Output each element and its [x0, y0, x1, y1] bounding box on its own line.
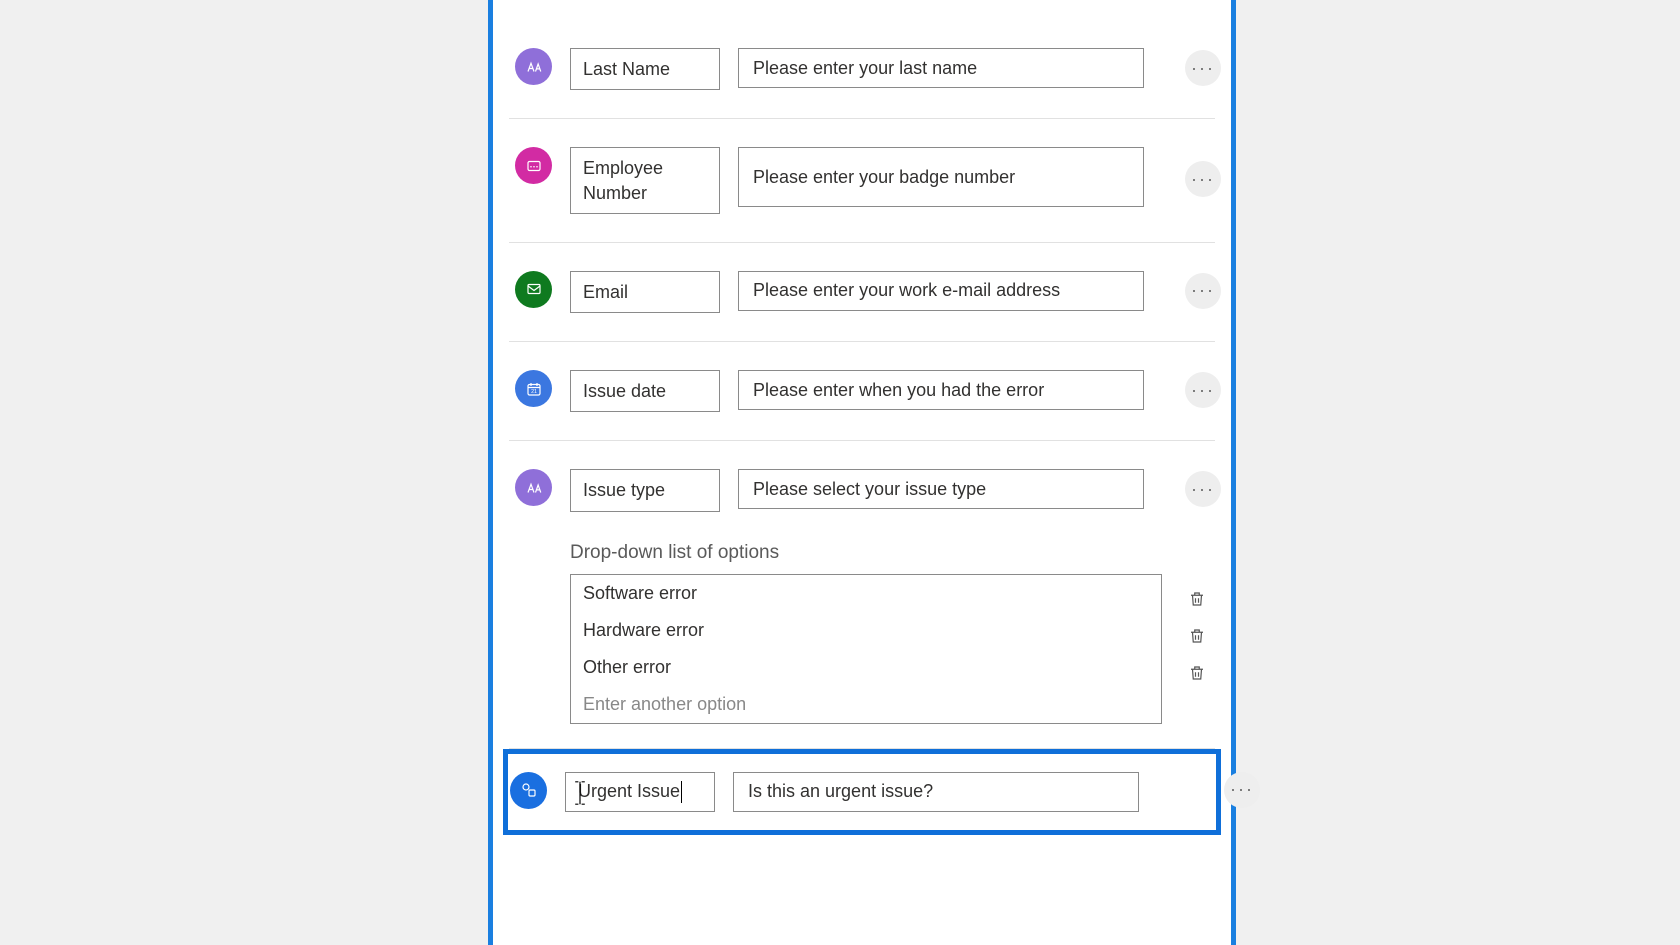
- delete-option-button[interactable]: [1185, 587, 1209, 611]
- text-type-icon: [515, 48, 552, 85]
- dropdown-option-input[interactable]: Other error: [571, 649, 1161, 686]
- field-name-input[interactable]: Employee Number: [570, 147, 720, 214]
- svg-text:21: 21: [531, 388, 537, 394]
- more-icon: ···: [1191, 169, 1215, 190]
- more-options-button[interactable]: ···: [1185, 372, 1221, 408]
- choice-type-icon: [510, 772, 547, 809]
- question-email[interactable]: Email Please enter your work e-mail addr…: [509, 243, 1215, 342]
- dropdown-option-row: Hardware error: [571, 612, 1161, 649]
- more-options-button[interactable]: ···: [1185, 471, 1221, 507]
- field-prompt-input[interactable]: Please select your issue type: [738, 469, 1144, 509]
- question-urgent-issue[interactable]: Urgent Issue Is this an urgent issue? ··…: [503, 749, 1221, 835]
- dropdown-options-list: Software error Hardware error Other erro…: [570, 574, 1162, 724]
- form-designer-panel: Last Name Please enter your last name ··…: [488, 0, 1236, 945]
- more-icon: ···: [1191, 58, 1215, 79]
- question-issue-type[interactable]: Issue type Please select your issue type…: [509, 441, 1215, 748]
- more-icon: ···: [1230, 779, 1254, 800]
- questions-list: Last Name Please enter your last name ··…: [493, 0, 1231, 835]
- field-prompt-input[interactable]: Please enter when you had the error: [738, 370, 1144, 410]
- dropdown-option-row: Other error: [571, 649, 1161, 686]
- dropdown-options-label: Drop-down list of options: [570, 542, 1215, 564]
- more-options-button[interactable]: ···: [1224, 772, 1260, 808]
- more-options-button[interactable]: ···: [1185, 161, 1221, 197]
- field-name-input[interactable]: Issue date: [570, 370, 720, 412]
- question-issue-date[interactable]: 21 Issue date Please enter when you had …: [509, 342, 1215, 441]
- dropdown-option-row: Enter another option: [571, 686, 1161, 723]
- more-options-button[interactable]: ···: [1185, 273, 1221, 309]
- dropdown-option-input[interactable]: Software error: [571, 575, 1161, 612]
- field-name-input[interactable]: Email: [570, 271, 720, 313]
- question-last-name[interactable]: Last Name Please enter your last name ··…: [509, 20, 1215, 119]
- more-icon: ···: [1191, 380, 1215, 401]
- delete-option-button[interactable]: [1185, 624, 1209, 648]
- field-prompt-input[interactable]: Please enter your badge number: [738, 147, 1144, 207]
- text-caret: [681, 781, 682, 803]
- field-name-input[interactable]: Issue type: [570, 469, 720, 511]
- date-type-icon: 21: [515, 370, 552, 407]
- email-type-icon: [515, 271, 552, 308]
- more-icon: ···: [1191, 280, 1215, 301]
- dropdown-add-option-input[interactable]: Enter another option: [571, 686, 1161, 723]
- field-prompt-input[interactable]: Please enter your work e-mail address: [738, 271, 1144, 311]
- question-employee-number[interactable]: Employee Number Please enter your badge …: [509, 119, 1215, 243]
- field-name-input[interactable]: Last Name: [570, 48, 720, 90]
- dropdown-option-row: Software error: [571, 575, 1161, 612]
- delete-option-button[interactable]: [1185, 661, 1209, 685]
- text-type-icon: [515, 469, 552, 506]
- more-icon: ···: [1191, 479, 1215, 500]
- field-prompt-input[interactable]: Is this an urgent issue?: [733, 772, 1139, 812]
- field-name-text: Urgent Issue: [578, 781, 680, 802]
- field-name-input[interactable]: Urgent Issue: [565, 772, 715, 812]
- field-prompt-input[interactable]: Please enter your last name: [738, 48, 1144, 88]
- number-type-icon: [515, 147, 552, 184]
- more-options-button[interactable]: ···: [1185, 50, 1221, 86]
- dropdown-option-input[interactable]: Hardware error: [571, 612, 1161, 649]
